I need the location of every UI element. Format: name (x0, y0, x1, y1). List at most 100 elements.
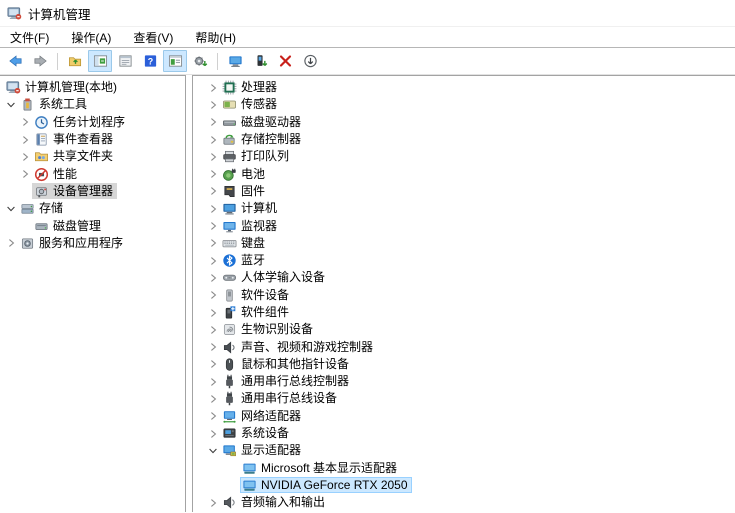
device-batteries-label-area[interactable]: 电池 (220, 166, 269, 182)
sidebar-services-and-apps-label-area[interactable]: 服务和应用程序 (18, 235, 127, 251)
chevron-right-icon[interactable] (18, 165, 32, 182)
device-mice-pointing-label-area[interactable]: 鼠标和其他指针设备 (220, 356, 353, 372)
driver-install-icon (253, 54, 268, 69)
sidebar-system-tools-label-area[interactable]: 系统工具 (18, 97, 91, 113)
device-nvidia-geforce-rtx-2050-label-area[interactable]: NVIDIA GeForce RTX 2050 (240, 477, 412, 494)
device-disk-drives-label-area[interactable]: 磁盘驱动器 (220, 114, 305, 130)
sidebar-storage-label-area[interactable]: 存储 (18, 201, 67, 217)
menu-file[interactable]: 文件(F) (2, 27, 57, 48)
chevron-right-icon[interactable] (206, 304, 220, 321)
device-storage-controllers-label-area[interactable]: 存储控制器 (220, 132, 305, 148)
device-processors-label-area[interactable]: 处理器 (220, 80, 281, 96)
back-button[interactable] (3, 50, 27, 72)
device-display-adapters-label-area[interactable]: 显示适配器 (220, 443, 305, 459)
device-bluetooth-label-area[interactable]: 蓝牙 (220, 253, 269, 269)
label: 计算机 (241, 201, 278, 216)
chevron-right-icon[interactable] (206, 79, 220, 96)
install-driver-button[interactable] (248, 50, 272, 72)
chevron-right-icon[interactable] (18, 114, 32, 131)
chevron-right-icon[interactable] (4, 235, 18, 252)
chevron-right-icon[interactable] (206, 287, 220, 304)
device-biometric-devices-label-area[interactable]: 生物识别设备 (220, 322, 317, 338)
device-item-software-devices: 软件设备 (193, 287, 735, 304)
sidebar-disk-management-label-area[interactable]: 磁盘管理 (32, 218, 105, 234)
device-computer-label-area[interactable]: 计算机 (220, 201, 281, 217)
device-sensors-label-area[interactable]: 传感器 (220, 97, 281, 113)
chevron-down-icon[interactable] (4, 96, 18, 113)
chevron-right-icon[interactable] (206, 183, 220, 200)
device-print-queues-label-area[interactable]: 打印队列 (220, 149, 293, 165)
device-audio-inputs-outputs-label-area[interactable]: 音频输入和输出 (220, 495, 329, 511)
chevron-down-icon[interactable] (4, 200, 18, 217)
chevron-right-icon[interactable] (206, 390, 220, 407)
update-driver-button[interactable] (188, 50, 212, 72)
chevron-right-icon[interactable] (206, 338, 220, 355)
menu-view[interactable]: 查看(V) (125, 27, 181, 48)
show-action-pane-button[interactable] (163, 50, 187, 72)
sidebar-item-shared-folders: 共享文件夹 (0, 148, 185, 165)
chevron-right-icon[interactable] (18, 148, 32, 165)
sidebar-performance-label-area[interactable]: 性能 (32, 166, 81, 182)
device-hid-devices-label-area[interactable]: 人体学输入设备 (220, 270, 329, 286)
console-tree-icon (93, 54, 108, 69)
menu-action[interactable]: 操作(A) (63, 27, 119, 48)
performance-icon (34, 167, 49, 182)
arrow-right-icon (33, 54, 48, 69)
sidebar-item-storage: 存储 (0, 200, 185, 217)
sidebar-shared-folders-label-area[interactable]: 共享文件夹 (32, 149, 117, 165)
menu-help[interactable]: 帮助(H) (187, 27, 244, 48)
sidebar-computer-management-root-label-area[interactable]: 计算机管理(本地) (4, 80, 121, 96)
chevron-right-icon[interactable] (206, 356, 220, 373)
chevron-right-icon[interactable] (206, 269, 220, 286)
chevron-right-icon[interactable] (206, 96, 220, 113)
device-software-devices-label-area[interactable]: 软件设备 (220, 287, 293, 303)
device-software-components-label-area[interactable]: 软件组件 (220, 305, 293, 321)
chevron-down-icon[interactable] (206, 442, 220, 459)
mouse-icon (222, 357, 237, 372)
chevron-right-icon[interactable] (206, 252, 220, 269)
chevron-right-icon[interactable] (206, 408, 220, 425)
label: 监视器 (241, 218, 278, 233)
disk-management-icon (34, 219, 49, 234)
scan-hardware-button[interactable] (223, 50, 247, 72)
uninstall-device-button[interactable] (273, 50, 297, 72)
help-button[interactable]: ? (138, 50, 162, 72)
chevron-right-icon[interactable] (206, 235, 220, 252)
device-item-sound-video-game: 声音、视频和游戏控制器 (193, 338, 735, 355)
chevron-empty (18, 217, 32, 234)
chevron-right-icon[interactable] (206, 148, 220, 165)
biometric-icon (222, 322, 237, 337)
chevron-right-icon[interactable] (206, 217, 220, 234)
up-level-button[interactable] (63, 50, 87, 72)
device-keyboards-label-area[interactable]: 键盘 (220, 235, 269, 251)
chevron-right-icon[interactable] (206, 114, 220, 131)
device-monitors-label-area[interactable]: 监视器 (220, 218, 281, 234)
device-microsoft-basic-display-adapter-label-area[interactable]: Microsoft 基本显示适配器 (240, 460, 401, 476)
battery-icon (222, 167, 237, 182)
sidebar-event-viewer-label-area[interactable]: 事件查看器 (32, 132, 117, 148)
properties-button[interactable] (113, 50, 137, 72)
device-item-sensors: 传感器 (193, 96, 735, 113)
sidebar-task-scheduler-label-area[interactable]: 任务计划程序 (32, 114, 129, 130)
device-usb-controllers-label-area[interactable]: 通用串行总线控制器 (220, 374, 353, 390)
label: 声音、视频和游戏控制器 (241, 339, 374, 354)
show-console-tree-button[interactable] (88, 50, 112, 72)
forward-button[interactable] (28, 50, 52, 72)
device-usb-devices-label-area[interactable]: 通用串行总线设备 (220, 391, 341, 407)
chevron-right-icon[interactable] (18, 131, 32, 148)
chevron-right-icon[interactable] (206, 494, 220, 511)
device-system-devices-label-area[interactable]: 系统设备 (220, 426, 293, 442)
chevron-right-icon[interactable] (206, 165, 220, 182)
chevron-right-icon[interactable] (206, 131, 220, 148)
task-scheduler-icon (34, 115, 49, 130)
chevron-right-icon[interactable] (206, 321, 220, 338)
device-sound-video-game-label-area[interactable]: 声音、视频和游戏控制器 (220, 339, 377, 355)
chevron-right-icon[interactable] (206, 425, 220, 442)
chevron-right-icon[interactable] (206, 373, 220, 390)
device-firmware-label-area[interactable]: 固件 (220, 183, 269, 199)
device-manager-icon (34, 184, 49, 199)
device-network-adapters-label-area[interactable]: 网络适配器 (220, 408, 305, 424)
sidebar-device-manager-label-area[interactable]: 设备管理器 (32, 183, 118, 200)
disable-device-button[interactable] (298, 50, 322, 72)
chevron-right-icon[interactable] (206, 200, 220, 217)
